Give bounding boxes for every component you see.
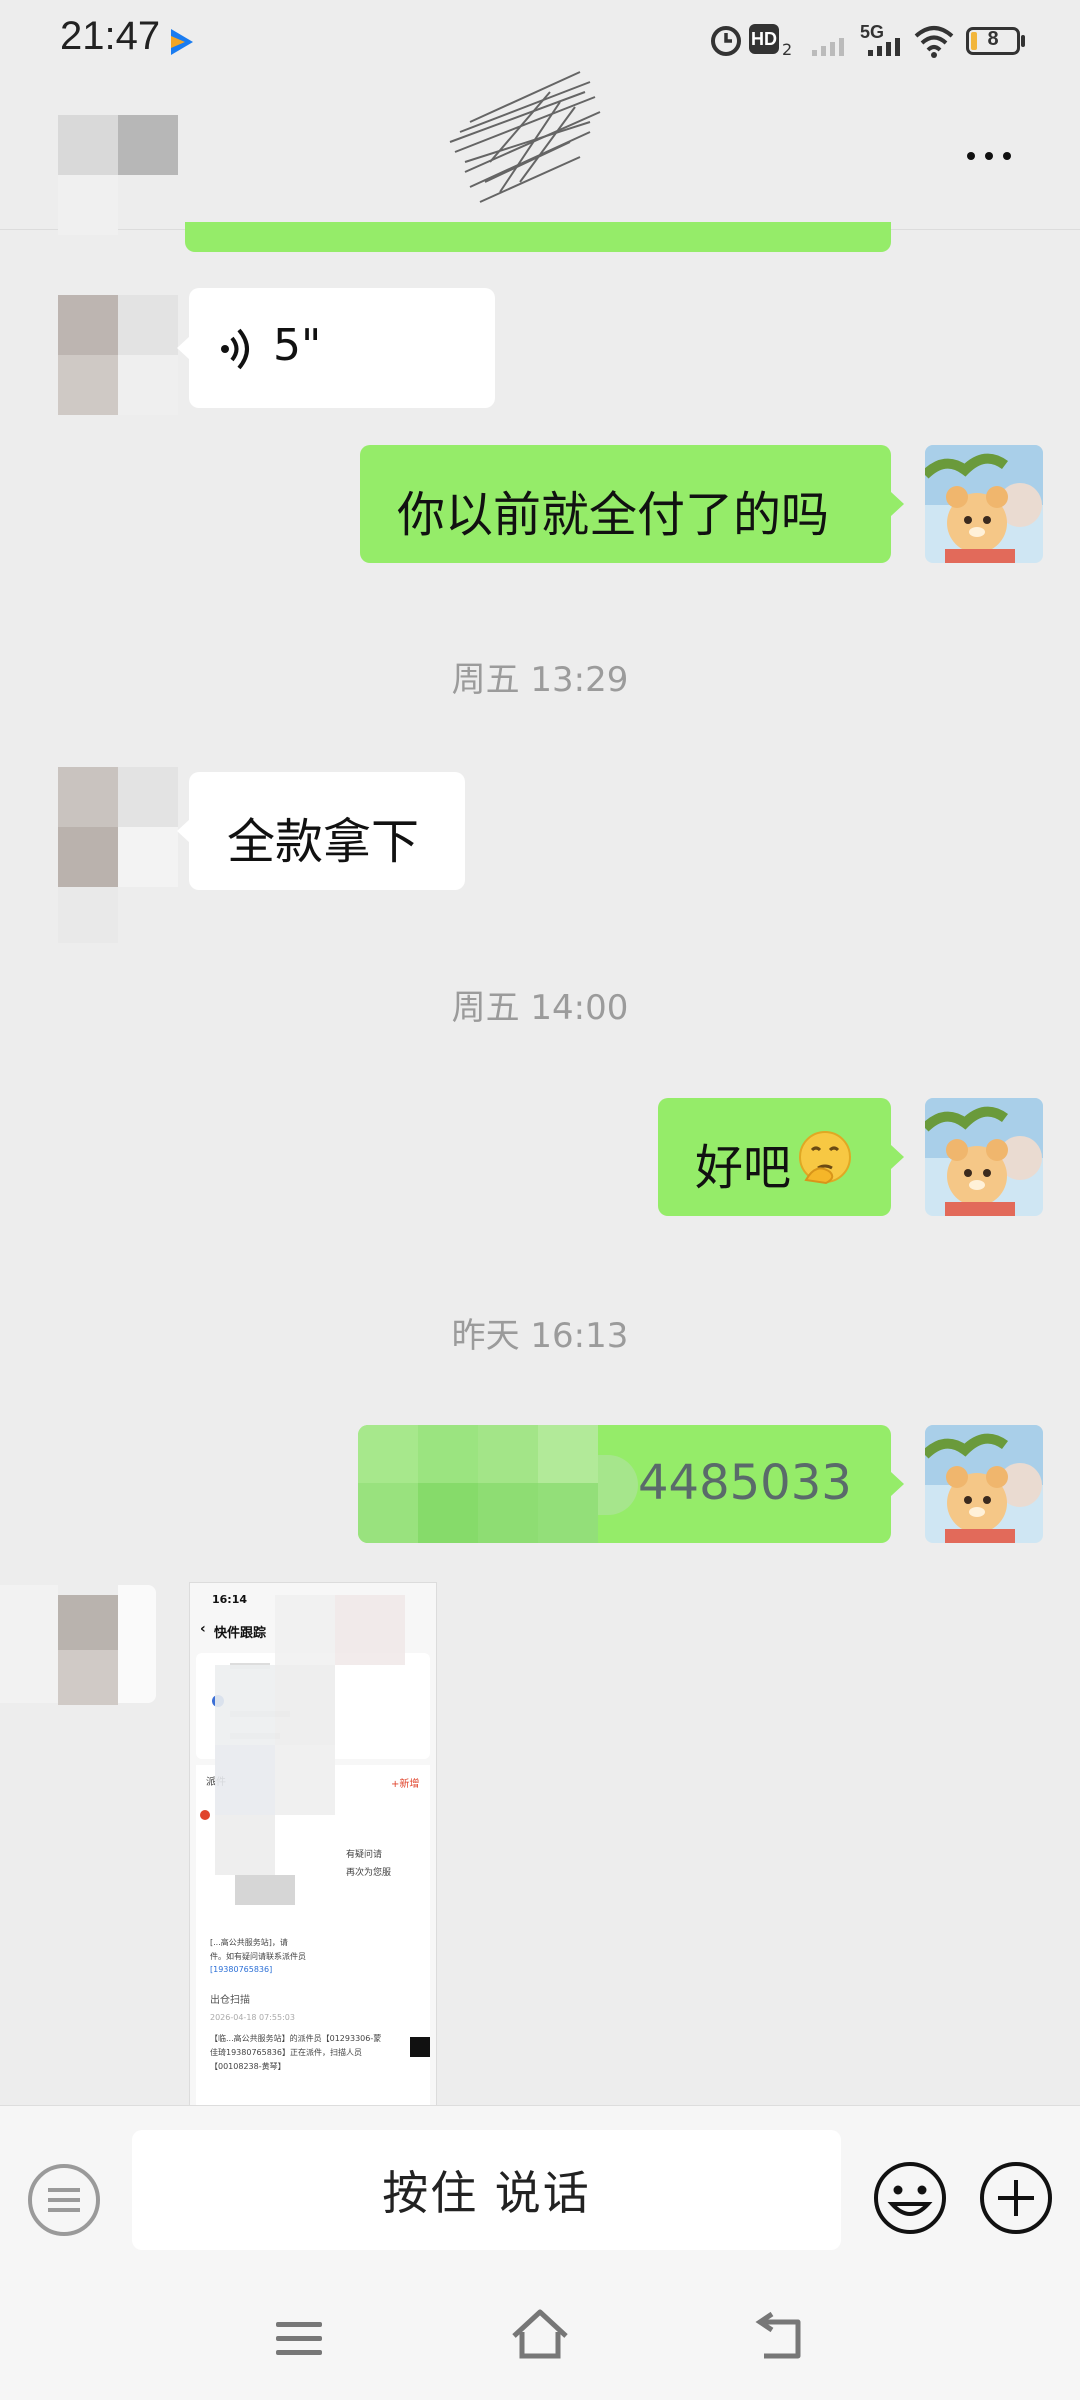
emoji-icon[interactable] (870, 2158, 950, 2238)
redacted-contact-name (449, 71, 601, 203)
voice-message-bubble[interactable]: 5" (189, 288, 495, 408)
signal-strong-icon (868, 38, 900, 56)
hd-sub-icon: 2 (782, 40, 793, 59)
alarm-icon (711, 26, 741, 56)
redaction-overlay (0, 2120, 110, 2290)
sender-avatar-blurred[interactable] (30, 110, 190, 415)
wifi-icon (914, 26, 954, 58)
my-message-bubble[interactable]: 你以前就全付了的吗 (360, 445, 891, 563)
message-text: 好吧 (695, 1140, 792, 1196)
bubble-tail (891, 492, 904, 516)
bubble-tail (177, 336, 190, 360)
message-text: 全款拿下 (227, 814, 420, 870)
app-notification-icon (171, 29, 193, 55)
plus-icon[interactable] (976, 2158, 1056, 2238)
my-avatar[interactable] (925, 445, 1043, 563)
thinking-emoji-icon (799, 1131, 851, 1185)
hold-to-talk-button[interactable]: 按住 说话 (132, 2130, 841, 2250)
hd-voice-icon: HD (749, 24, 779, 54)
screenshot-line3: 出仓扫描 (210, 1995, 250, 2006)
home-icon[interactable] (508, 2306, 572, 2364)
screenshot-line6: 【00108238-黄琴】 (210, 2062, 286, 2071)
more-options-button[interactable] (965, 140, 1015, 170)
received-message-bubble[interactable]: 全款拿下 (189, 772, 465, 890)
bubble-tail (177, 819, 190, 843)
screenshot-line4: 【临...高公共服务站】的派件员【01293306-蒙 (210, 2034, 382, 2043)
voice-duration: 5" (273, 320, 322, 371)
battery-tip (1021, 35, 1025, 47)
message-text: 4485033 (638, 1455, 852, 1511)
my-message-bubble[interactable]: 好吧 (658, 1098, 891, 1216)
back-icon[interactable] (752, 2310, 812, 2366)
voice-wave-icon (221, 328, 249, 370)
screenshot-thumb (410, 2037, 430, 2057)
signal-weak-icon (812, 38, 844, 56)
screenshot-date: 2026-04-18 07:55:03 (210, 2013, 295, 2022)
timestamp: 周五 14:00 (451, 988, 629, 1028)
my-avatar[interactable] (925, 1425, 1043, 1543)
sender-avatar-blurred[interactable] (0, 1585, 160, 1705)
redaction-overlay (185, 1595, 415, 1955)
menu-icon[interactable] (272, 2314, 328, 2364)
timestamp: 周五 13:29 (451, 660, 629, 700)
battery-icon: 8 (966, 27, 1020, 55)
my-avatar[interactable] (925, 1098, 1043, 1216)
sender-avatar-blurred[interactable] (20, 765, 180, 945)
status-time: 21:47 (60, 14, 161, 58)
message-text: 你以前就全付了的吗 (397, 487, 830, 543)
battery-level: 8 (987, 28, 999, 50)
my-message-bubble[interactable]: 4485033 (358, 1425, 891, 1543)
screenshot-line5: 佳琦19380765836】正在派件，扫描人员 (210, 2048, 362, 2057)
bubble-tail (891, 1472, 904, 1496)
message-bubble-partial[interactable] (185, 222, 891, 252)
screenshot-phone1: [19380765836] (210, 1965, 273, 1974)
bubble-tail (891, 1145, 904, 1169)
timestamp: 昨天 16:13 (451, 1316, 629, 1356)
